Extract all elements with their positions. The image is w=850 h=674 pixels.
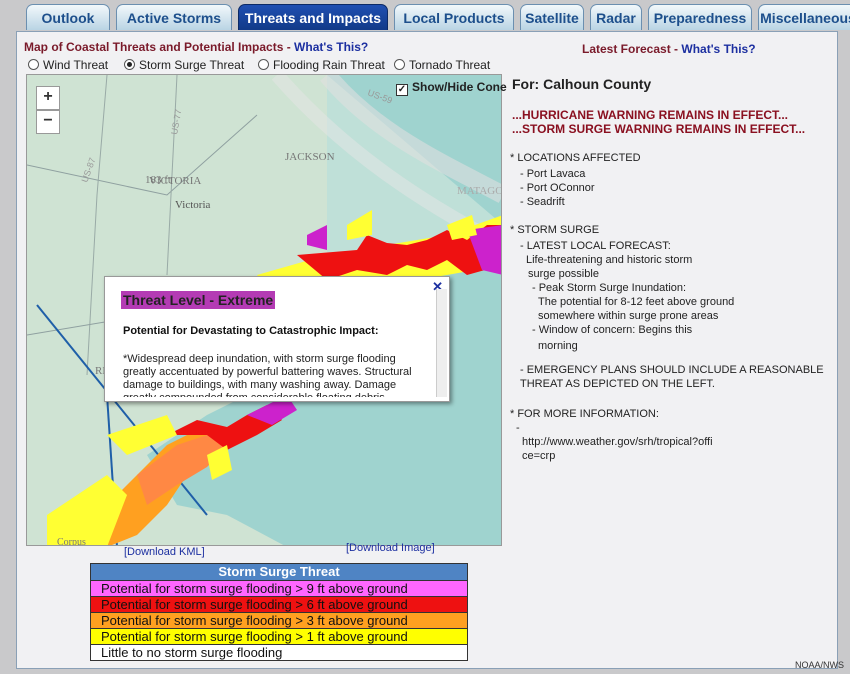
storm-surge-legend: Storm Surge Threat Potential for storm s… (90, 563, 468, 661)
download-kml-link[interactable]: [Download KML] (124, 546, 205, 558)
show-hide-cone-toggle[interactable]: ✓ Show/Hide Cone (396, 80, 507, 96)
tab-radar[interactable]: Radar (590, 4, 642, 30)
hurricane-warning: ...HURRICANE WARNING REMAINS IN EFFECT..… (512, 108, 789, 122)
forecast-line: surge possible (528, 268, 599, 280)
storm-surge-warning: ...STORM SURGE WARNING REMAINS IN EFFECT… (512, 122, 806, 136)
forecast-line: - Seadrift (520, 196, 565, 208)
legend-row: Potential for storm surge flooding > 9 f… (91, 580, 467, 596)
threat-level-popup: Threat Level - Extreme ✕ Potential for D… (104, 276, 450, 402)
tab-preparedness[interactable]: Preparedness (648, 4, 752, 30)
tab-active-storms[interactable]: Active Storms (116, 4, 232, 30)
forecast-line: The potential for 8-12 feet above ground (538, 296, 735, 308)
credit-text: NOAA/NWS (794, 660, 844, 670)
forecast-county: For: Calhoun County (512, 76, 652, 92)
tab-outlook[interactable]: Outlook (26, 4, 110, 30)
forecast-line: ce=crp (522, 450, 556, 462)
tab-local-products[interactable]: Local Products (394, 4, 514, 30)
forecast-line: * LOCATIONS AFFECTED (510, 152, 641, 164)
legend-row: Potential for storm surge flooding > 6 f… (91, 596, 467, 612)
forecast-line: - LATEST LOCAL FORECAST: (520, 240, 671, 252)
forecast-line: morning (538, 340, 578, 352)
radio-label: Wind Threat (43, 58, 109, 72)
whats-this-link-forecast[interactable]: What's This? (681, 42, 755, 56)
radio-selected-icon (124, 59, 135, 70)
tab-miscellaneous[interactable]: Miscellaneous (758, 4, 850, 30)
forecast-line: - Window of concern: Begins this (532, 324, 693, 336)
forecast-line: Life-threatening and historic storm (526, 254, 693, 266)
radio-label: Tornado Threat (409, 58, 491, 72)
forecast-line: - Peak Storm Surge Inundation: (532, 282, 687, 294)
show-hide-cone-label: Show/Hide Cone (412, 80, 507, 94)
whats-this-link-map[interactable]: What's This? (294, 40, 368, 54)
forecast-line: THREAT AS DEPICTED ON THE LEFT. (520, 378, 715, 390)
forecast-line: - Port Lavaca (520, 168, 586, 180)
latest-forecast-label: Latest Forecast - (582, 42, 682, 56)
popup-body: *Widespread deep inundation, with storm … (123, 353, 412, 397)
radio-flooding-rain-threat[interactable]: Flooding Rain Threat (258, 58, 385, 72)
popup-subtitle: Potential for Devastating to Catastrophi… (123, 325, 379, 337)
forecast-more-info-link[interactable]: http://www.weather.gov/srh/tropical?offi (522, 436, 713, 448)
radio-label: Storm Surge Threat (139, 58, 245, 72)
map-label-matagorda: MATAGO (457, 185, 502, 197)
map-title-text: Map of Coastal Threats and Potential Imp… (24, 40, 295, 54)
map-title: Map of Coastal Threats and Potential Imp… (24, 40, 368, 54)
legend-row: Little to no storm surge flooding (91, 644, 467, 660)
forecast-line: * STORM SURGE (510, 224, 600, 236)
map-label-victoria-county: VICTORIA (149, 175, 202, 187)
radio-circle-icon (258, 59, 269, 70)
popup-title: Threat Level - Extreme (121, 291, 276, 309)
legend-row: Potential for storm surge flooding > 1 f… (91, 628, 467, 644)
tab-bar: Outlook Active Storms Threats and Impact… (22, 4, 850, 32)
tab-satellite[interactable]: Satellite (520, 4, 584, 30)
popup-scrollbar[interactable] (436, 289, 447, 397)
tab-threats-and-impacts[interactable]: Threats and Impacts (238, 4, 388, 30)
download-image-link[interactable]: [Download Image] (346, 542, 435, 554)
latest-forecast-header: Latest Forecast - What's This? (582, 42, 756, 56)
forecast-line: somewhere within surge prone areas (538, 310, 719, 322)
radio-wind-threat[interactable]: Wind Threat (28, 58, 108, 72)
radio-circle-icon (28, 59, 39, 70)
radio-storm-surge-threat[interactable]: Storm Surge Threat (124, 58, 244, 72)
zoom-out-button[interactable]: − (36, 110, 60, 134)
forecast-line: - Port OConnor (520, 182, 595, 194)
radio-tornado-threat[interactable]: Tornado Threat (394, 58, 490, 72)
radio-label: Flooding Rain Threat (273, 58, 385, 72)
legend-row: Potential for storm surge flooding > 3 f… (91, 612, 467, 628)
map-label-jackson: JACKSON (285, 151, 335, 163)
map-label-victoria: Victoria (175, 199, 211, 211)
forecast-line: - EMERGENCY PLANS SHOULD INCLUDE A REASO… (520, 364, 824, 376)
forecast-line: - (516, 422, 520, 434)
checkbox-checked-icon: ✓ (396, 84, 408, 96)
legend-title: Storm Surge Threat (91, 564, 467, 580)
map-label-corpus: Corpus (57, 537, 86, 546)
radio-circle-icon (394, 59, 405, 70)
forecast-line: * FOR MORE INFORMATION: (510, 408, 659, 420)
zoom-in-button[interactable]: + (36, 86, 60, 110)
